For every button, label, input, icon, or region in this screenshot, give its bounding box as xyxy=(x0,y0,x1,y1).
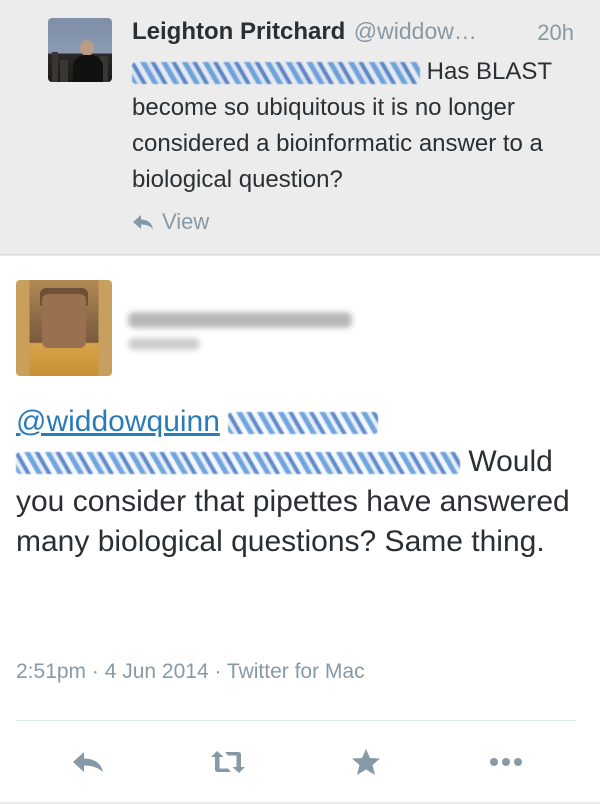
retweet-button[interactable] xyxy=(208,744,248,780)
view-conversation-link[interactable]: View xyxy=(132,209,209,235)
main-tweet: @widdowquinn Would you consider that pip… xyxy=(0,256,600,802)
avatar-person-head xyxy=(80,40,94,56)
parent-tweet-text: Has BLAST become so ubiquitous it is no … xyxy=(132,54,582,198)
actions-divider xyxy=(16,720,576,721)
parent-author-handle[interactable]: @widdow… xyxy=(354,18,477,44)
parent-author-avatar[interactable] xyxy=(48,18,112,82)
redacted-mentions xyxy=(16,452,460,475)
tweet-actions xyxy=(0,744,600,780)
avatar-background-shape xyxy=(60,60,68,82)
redacted-mentions xyxy=(228,412,379,435)
main-author-name-redacted[interactable] xyxy=(128,312,352,328)
main-tweet-text: @widdowquinn Would you consider that pip… xyxy=(16,402,586,562)
avatar-face xyxy=(42,294,86,348)
avatar-person-body xyxy=(73,55,103,82)
parent-author-name[interactable]: Leighton Pritchard xyxy=(132,18,345,45)
parent-tweet[interactable]: Leighton Pritchard @widdow… 20h Has BLAS… xyxy=(0,0,600,255)
mention-link[interactable]: @widdowquinn xyxy=(16,405,220,438)
redacted-mentions xyxy=(132,61,420,84)
parent-tweet-header: Leighton Pritchard @widdow… 20h xyxy=(132,18,580,50)
favorite-button[interactable] xyxy=(346,744,386,780)
more-button[interactable] xyxy=(486,744,526,780)
main-author-handle-redacted[interactable] xyxy=(128,338,200,350)
reply-icon xyxy=(73,752,103,772)
reply-button[interactable] xyxy=(68,744,108,780)
avatar-background-shape xyxy=(52,52,58,82)
main-author-avatar[interactable] xyxy=(16,280,112,376)
view-label: View xyxy=(162,209,210,234)
more-icon xyxy=(490,758,522,766)
star-icon xyxy=(352,749,380,775)
parent-tweet-time[interactable]: 20h xyxy=(537,20,574,46)
tweet-timestamp[interactable]: 2:51pm · 4 Jun 2014 · Twitter for Mac xyxy=(16,660,365,684)
reply-arrow-icon xyxy=(133,215,153,229)
retweet-icon xyxy=(211,751,245,773)
